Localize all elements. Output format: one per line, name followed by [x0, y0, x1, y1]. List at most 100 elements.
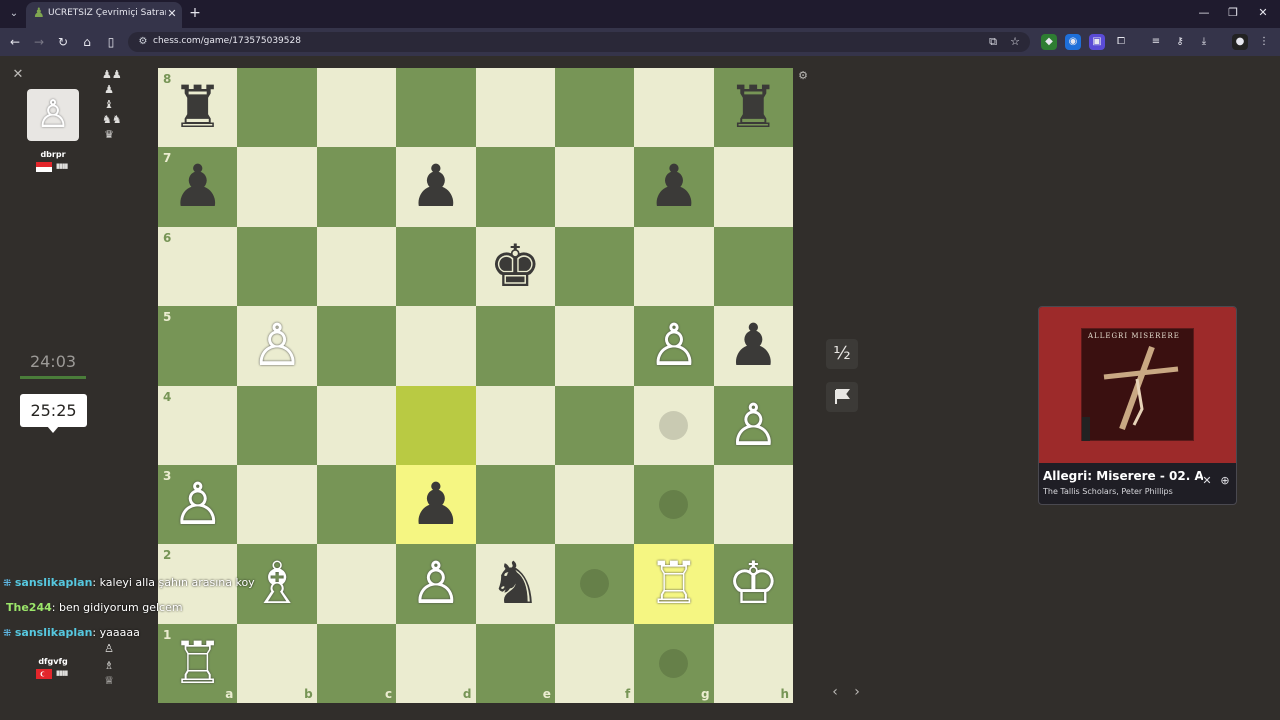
- square-d1[interactable]: d: [396, 623, 476, 703]
- close-window-button[interactable]: ✕: [1252, 4, 1274, 22]
- opponent-name[interactable]: dbrpr: [27, 150, 79, 159]
- square-d4[interactable]: [396, 385, 476, 465]
- square-c1[interactable]: c: [316, 623, 397, 703]
- address-bar[interactable]: ⚙ chess.com/game/173575039528 ⧉ ☆: [128, 32, 1030, 52]
- square-h6[interactable]: [713, 226, 793, 307]
- square-g6[interactable]: [634, 226, 714, 307]
- square-e1[interactable]: e: [475, 623, 555, 703]
- chess-piece-g7[interactable]: ♟: [634, 147, 713, 226]
- square-g7[interactable]: ♟: [634, 147, 714, 227]
- square-e7[interactable]: [475, 147, 555, 227]
- chess-piece-g2[interactable]: ♖: [634, 544, 713, 623]
- chess-piece-e6[interactable]: ♚: [476, 227, 555, 306]
- url-text[interactable]: chess.com/game/173575039528: [153, 36, 553, 49]
- square-c5[interactable]: [316, 306, 397, 386]
- square-f2[interactable]: [554, 544, 635, 624]
- home-icon[interactable]: ⌂: [78, 34, 96, 50]
- bookmark-star-icon[interactable]: ☆: [1008, 35, 1022, 49]
- square-g2[interactable]: ♖: [634, 544, 714, 624]
- square-c8[interactable]: [316, 68, 397, 148]
- extension-green-icon[interactable]: ◆: [1041, 34, 1057, 50]
- square-b4[interactable]: [237, 385, 317, 465]
- chess-piece-b5[interactable]: ♙: [237, 306, 316, 385]
- square-a6[interactable]: 6: [158, 226, 238, 307]
- chess-piece-h5[interactable]: ♟: [714, 306, 793, 385]
- chess-piece-e2[interactable]: ♞: [476, 544, 555, 623]
- square-a3[interactable]: 3 ♙: [158, 464, 238, 545]
- tab-list-chevron-icon[interactable]: ⌄: [6, 6, 22, 22]
- chess-piece-h4[interactable]: ♙: [714, 386, 793, 465]
- square-d7[interactable]: ♟: [396, 147, 476, 227]
- square-d8[interactable]: [396, 68, 476, 148]
- reload-icon[interactable]: ↻: [54, 34, 72, 50]
- board-settings-gear-icon[interactable]: ⚙: [797, 70, 809, 82]
- password-key-icon[interactable]: ⚷: [1172, 34, 1188, 50]
- square-d6[interactable]: [396, 226, 476, 307]
- square-a4[interactable]: 4: [158, 385, 238, 465]
- square-g3[interactable]: [634, 464, 714, 545]
- square-b6[interactable]: [237, 226, 317, 307]
- square-g4[interactable]: [634, 385, 714, 465]
- player-name[interactable]: dfgvfg: [30, 657, 76, 666]
- new-tab-button[interactable]: +: [188, 5, 202, 21]
- square-a5[interactable]: 5: [158, 306, 238, 386]
- chess-piece-a7[interactable]: ♟: [158, 147, 237, 226]
- minimize-button[interactable]: —: [1193, 4, 1215, 22]
- next-move-icon[interactable]: ›: [850, 683, 864, 701]
- square-h7[interactable]: [713, 147, 793, 227]
- square-b5[interactable]: ♙: [237, 306, 317, 386]
- square-h1[interactable]: h: [713, 623, 793, 703]
- square-h3[interactable]: [713, 464, 793, 545]
- move-hint-dot[interactable]: [659, 410, 689, 440]
- download-icon[interactable]: ⤓: [1196, 34, 1212, 50]
- square-e8[interactable]: [475, 68, 555, 148]
- square-c3[interactable]: [316, 464, 397, 545]
- square-c7[interactable]: [316, 147, 397, 227]
- square-h2[interactable]: ♔: [713, 544, 793, 624]
- square-f3[interactable]: [554, 464, 635, 545]
- square-e6[interactable]: ♚: [475, 226, 555, 307]
- maximize-button[interactable]: ❐: [1222, 4, 1244, 22]
- square-c2[interactable]: [316, 544, 397, 624]
- square-h4[interactable]: ♙: [713, 385, 793, 465]
- square-f8[interactable]: [554, 68, 635, 148]
- square-h8[interactable]: ♜: [713, 68, 793, 148]
- back-icon[interactable]: ←: [6, 34, 24, 50]
- square-e2[interactable]: ♞: [475, 544, 555, 624]
- split-view-icon[interactable]: ▯: [102, 34, 120, 50]
- extension-purple-icon[interactable]: ▣: [1089, 34, 1105, 50]
- opponent-avatar[interactable]: ♙: [27, 89, 79, 141]
- square-d3[interactable]: ♟: [396, 464, 476, 545]
- move-hint-dot[interactable]: [659, 648, 689, 678]
- chess-piece-a3[interactable]: ♙: [158, 465, 237, 544]
- chess-piece-d2[interactable]: ♙: [396, 544, 475, 623]
- extensions-puzzle-icon[interactable]: ⧠: [1113, 34, 1129, 50]
- extension-blue-icon[interactable]: ◉: [1065, 34, 1081, 50]
- resign-button[interactable]: [826, 382, 858, 412]
- square-f6[interactable]: [554, 226, 635, 307]
- chess-board[interactable]: 8 ♜ ♜ 7 ♟ ♟ ♟ 6 ♚ 5 ♙ ♙ ♟ 4 ♙ 3 ♙ ♟ 2 ♗ ♙ ♞ ♖ ♔ 1 a ♖ b c d e f g h: [158, 68, 793, 703]
- tab-close-icon[interactable]: ✕: [166, 7, 178, 21]
- chess-piece-h2[interactable]: ♔: [714, 544, 793, 623]
- forward-icon[interactable]: →: [30, 34, 48, 50]
- menu-dots-icon[interactable]: ⋮: [1256, 34, 1272, 50]
- square-c4[interactable]: [316, 385, 397, 465]
- square-f7[interactable]: [554, 147, 635, 227]
- now-playing-widget[interactable]: ALLEGRI MISERERE Allegri: Miserere - 02.…: [1038, 306, 1237, 505]
- square-g5[interactable]: ♙: [634, 306, 714, 386]
- square-f4[interactable]: [554, 385, 635, 465]
- square-d5[interactable]: [396, 306, 476, 386]
- cast-icon[interactable]: ⧉: [986, 35, 1000, 49]
- offer-draw-button[interactable]: ½: [826, 339, 858, 369]
- profile-avatar-icon[interactable]: ●: [1232, 34, 1248, 50]
- media-control-icon[interactable]: ≡: [1148, 34, 1164, 50]
- chess-piece-a8[interactable]: ♜: [158, 68, 237, 147]
- square-b3[interactable]: [237, 464, 317, 545]
- square-c6[interactable]: [316, 226, 397, 307]
- chess-piece-h8[interactable]: ♜: [714, 68, 793, 147]
- square-g8[interactable]: [634, 68, 714, 148]
- square-d2[interactable]: ♙: [396, 544, 476, 624]
- square-g1[interactable]: g: [634, 623, 714, 703]
- square-e4[interactable]: [475, 385, 555, 465]
- square-f5[interactable]: [554, 306, 635, 386]
